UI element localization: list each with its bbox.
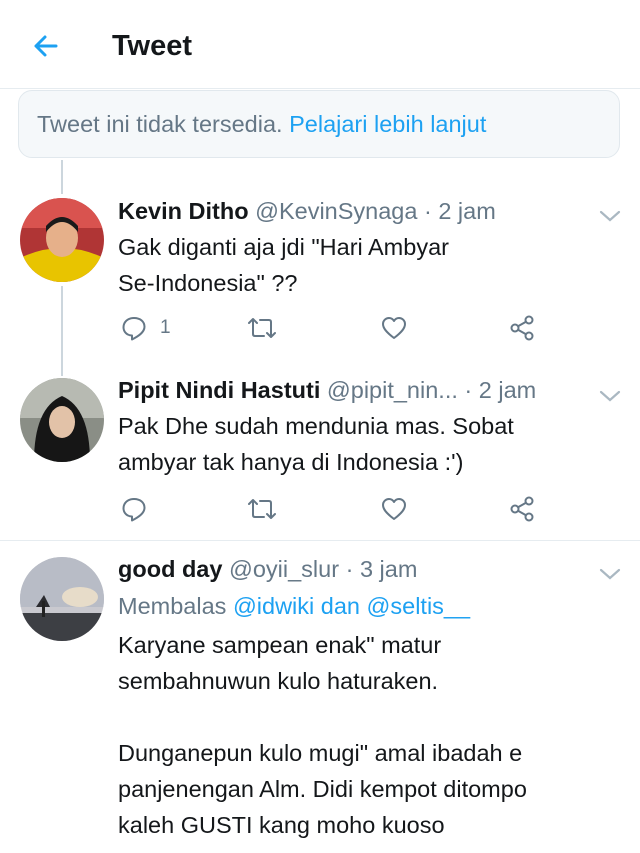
tweet-text-line: Se-Indonesia" ?? (118, 270, 298, 296)
top-bar: Tweet (0, 0, 640, 89)
thread-line (61, 286, 63, 376)
reply-icon (122, 498, 146, 522)
heart-icon (382, 498, 406, 520)
arrow-left-icon (34, 35, 58, 57)
replying-mentions-link[interactable]: @idwiki dan @seltis__ (233, 593, 470, 619)
tweet-menu-button[interactable] (597, 386, 623, 406)
like-button[interactable] (380, 489, 408, 529)
retweet-button[interactable] (246, 489, 278, 529)
tweet-header: good day @oyii_slur · 3 jam (118, 552, 417, 586)
notice-text: Tweet ini tidak tersedia. (37, 111, 283, 137)
chevron-down-icon (599, 568, 621, 580)
like-button[interactable] (380, 308, 408, 348)
unavailable-notice: Tweet ini tidak tersedia. Pelajari lebih… (18, 90, 620, 158)
back-button[interactable] (26, 26, 66, 66)
reply-button[interactable]: 1 (120, 308, 171, 348)
display-name[interactable]: Kevin Ditho (118, 198, 249, 224)
timestamp[interactable]: 2 jam (479, 377, 536, 403)
display-name[interactable]: good day (118, 556, 222, 582)
separator-dot: · (345, 556, 354, 582)
tweet-header: Kevin Ditho @KevinSynaga · 2 jam (118, 194, 496, 228)
avatar[interactable] (20, 198, 104, 282)
share-button[interactable] (508, 489, 536, 529)
avatar[interactable] (20, 557, 104, 641)
separator-dot: · (464, 377, 473, 403)
replying-to: Membalas @idwiki dan @seltis__ (118, 589, 470, 623)
replying-label: Membalas (118, 593, 227, 619)
share-icon (510, 315, 534, 341)
tweet-text-line: Karyane sampean enak" matur (118, 632, 442, 658)
thread-line (61, 160, 63, 194)
retweet-button[interactable] (246, 308, 278, 348)
tweet-text-line: Pak Dhe sudah mendunia mas. Sobat (118, 413, 514, 439)
timestamp[interactable]: 3 jam (360, 556, 417, 582)
tweet-text: Karyane sampean enak" matur sembahnuwun … (118, 627, 618, 843)
divider (0, 540, 640, 541)
heart-icon (382, 317, 406, 339)
retweet-icon (248, 499, 276, 519)
learn-more-link[interactable]: Pelajari lebih lanjut (289, 111, 486, 137)
tweet-text-line: Gak diganti aja jdi "Hari Ambyar (118, 234, 449, 260)
tweet-text-line: panjenengan Alm. Didi kempot ditompo (118, 776, 527, 802)
display-name[interactable]: Pipit Nindi Hastuti (118, 377, 320, 403)
tweet-text-line: kaleh GUSTI kang moho kuoso (118, 812, 445, 838)
tweet-text-line (118, 699, 618, 735)
share-icon (510, 496, 534, 522)
tweet-text: Gak diganti aja jdi "Hari Ambyar Se-Indo… (118, 229, 608, 301)
tweet-text-line: sembahnuwun kulo haturaken. (118, 668, 439, 694)
timestamp[interactable]: 2 jam (438, 198, 495, 224)
username[interactable]: @pipit_nin... (327, 377, 458, 403)
tweet-actions (118, 489, 538, 529)
retweet-icon (248, 318, 276, 338)
tweet-header: Pipit Nindi Hastuti @pipit_nin... · 2 ja… (118, 373, 536, 407)
tweet-menu-button[interactable] (597, 564, 623, 584)
username[interactable]: @KevinSynaga (255, 198, 417, 224)
separator-dot: · (423, 198, 432, 224)
chevron-down-icon (599, 210, 621, 222)
reply-icon (122, 317, 146, 341)
avatar[interactable] (20, 378, 104, 462)
reply-button[interactable] (120, 489, 148, 529)
tweet-text: Pak Dhe sudah mendunia mas. Sobat ambyar… (118, 408, 608, 480)
tweet-text-line: Dunganepun kulo mugi" amal ibadah e (118, 740, 523, 766)
page-title: Tweet (112, 30, 193, 62)
tweet-actions: 1 (118, 308, 538, 348)
tweet-menu-button[interactable] (597, 206, 623, 226)
reply-count: 1 (160, 317, 171, 338)
chevron-down-icon (599, 390, 621, 402)
share-button[interactable] (508, 308, 536, 348)
tweet-text-line: ambyar tak hanya di Indonesia :') (118, 449, 464, 475)
username[interactable]: @oyii_slur (229, 556, 339, 582)
